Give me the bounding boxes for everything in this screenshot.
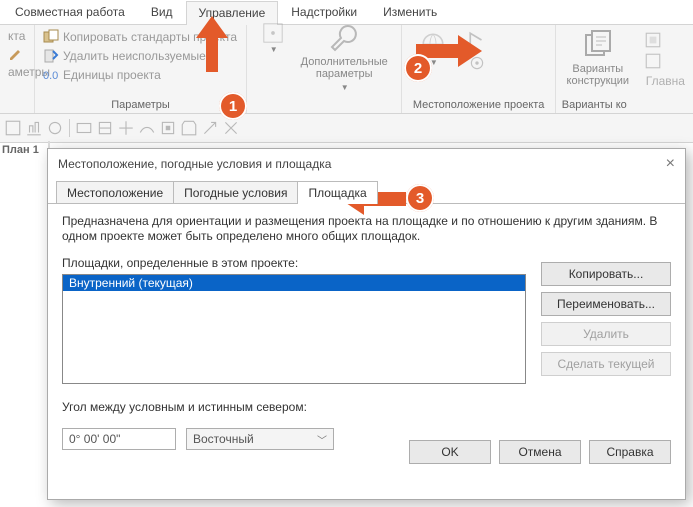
opt1-icon[interactable] bbox=[644, 31, 662, 49]
cancel-button[interactable]: Отмена bbox=[499, 440, 581, 464]
btn-design-options-label: Варианты конструкции bbox=[562, 63, 634, 87]
btn-copy-standards[interactable]: Копировать стандарты проекта bbox=[41, 28, 239, 46]
delete-button: Удалить bbox=[541, 322, 671, 346]
pencil-icon bbox=[8, 46, 24, 62]
chevron-down-icon: ﹀ bbox=[317, 432, 327, 447]
btn-additional-params[interactable]: Дополнительные параметры ▼ bbox=[302, 22, 386, 94]
units-icon: 0.0 bbox=[43, 67, 59, 83]
transfer-icon bbox=[43, 29, 59, 45]
qat-icon[interactable] bbox=[96, 119, 114, 137]
qat-icon[interactable] bbox=[117, 119, 135, 137]
qat-icon[interactable] bbox=[180, 119, 198, 137]
angle-label: Угол между условным и истинным севером: bbox=[62, 400, 671, 414]
help-button[interactable]: Справка bbox=[589, 440, 671, 464]
group-label-params: Параметры bbox=[35, 97, 246, 113]
close-icon[interactable]: × bbox=[635, 155, 675, 173]
make-current-button: Сделать текущей bbox=[541, 352, 671, 376]
qat-icon[interactable] bbox=[138, 119, 156, 137]
view-tab-plan1[interactable]: План 1 bbox=[0, 141, 50, 167]
site-description: Предназначена для ориентации и размещени… bbox=[62, 214, 671, 244]
ribbon: кта аметры Копировать стандарты проекта … bbox=[0, 25, 693, 114]
rename-button[interactable]: Переименовать... bbox=[541, 292, 671, 316]
globe-icon[interactable] bbox=[420, 31, 446, 57]
qat-icon[interactable] bbox=[222, 119, 240, 137]
location-dialog: Местоположение, погодные условия и площа… bbox=[47, 148, 686, 500]
tab-collab[interactable]: Совместная работа bbox=[2, 0, 138, 24]
btn-purge-label: Удалить неиспользуемые bbox=[63, 49, 206, 63]
angle-input[interactable]: 0° 00' 00" bbox=[62, 428, 176, 450]
ok-button[interactable]: OK bbox=[409, 440, 491, 464]
tab-site[interactable]: Площадка bbox=[297, 181, 377, 204]
list-item[interactable]: Внутренний (текущая) bbox=[63, 275, 525, 291]
btn-design-options[interactable]: Варианты конструкции bbox=[562, 29, 634, 87]
wrench-icon bbox=[328, 22, 360, 54]
tab-location[interactable]: Местоположение bbox=[56, 181, 174, 204]
tab-weather[interactable]: Погодные условия bbox=[173, 181, 298, 204]
chevron-down-icon: ▼ bbox=[430, 58, 438, 67]
orientation-combo[interactable]: Восточный ﹀ bbox=[186, 428, 334, 450]
purge-icon bbox=[43, 48, 59, 64]
qat-icon[interactable] bbox=[46, 119, 64, 137]
quick-toolbar bbox=[0, 114, 693, 143]
chevron-down-icon: ▼ bbox=[270, 45, 278, 54]
coords-icon[interactable] bbox=[468, 31, 486, 49]
main-option-label: Главна bbox=[644, 73, 687, 89]
btn-units[interactable]: 0.0 Единицы проекта bbox=[41, 66, 239, 84]
qat-icon[interactable] bbox=[159, 119, 177, 137]
chevron-down-icon: ▼ bbox=[341, 82, 349, 94]
dialog-title: Местоположение, погодные условия и площа… bbox=[58, 157, 331, 171]
svg-text:0.0: 0.0 bbox=[43, 70, 58, 82]
sites-listbox[interactable]: Внутренний (текущая) bbox=[62, 274, 526, 384]
btn-additional-params-label: Дополнительные параметры bbox=[301, 56, 388, 80]
qat-icon[interactable] bbox=[201, 119, 219, 137]
design-options-icon bbox=[582, 29, 614, 61]
group-label-location: Местоположение проекта bbox=[402, 97, 554, 113]
qat-icon[interactable] bbox=[4, 119, 22, 137]
snap-icon[interactable] bbox=[262, 22, 284, 44]
tab-view[interactable]: Вид bbox=[138, 0, 186, 24]
btn-copy-standards-label: Копировать стандарты проекта bbox=[63, 30, 237, 44]
opt2-icon[interactable] bbox=[644, 52, 662, 70]
qat-icon[interactable] bbox=[75, 119, 93, 137]
btn-units-label: Единицы проекта bbox=[63, 68, 161, 82]
qat-icon[interactable] bbox=[25, 119, 43, 137]
copy-button[interactable]: Копировать... bbox=[541, 262, 671, 286]
btn-purge[interactable]: Удалить неиспользуемые bbox=[41, 47, 239, 65]
orientation-value: Восточный bbox=[193, 432, 254, 446]
group-label-variants: Варианты ко bbox=[556, 97, 693, 113]
position-icon[interactable] bbox=[468, 54, 486, 72]
